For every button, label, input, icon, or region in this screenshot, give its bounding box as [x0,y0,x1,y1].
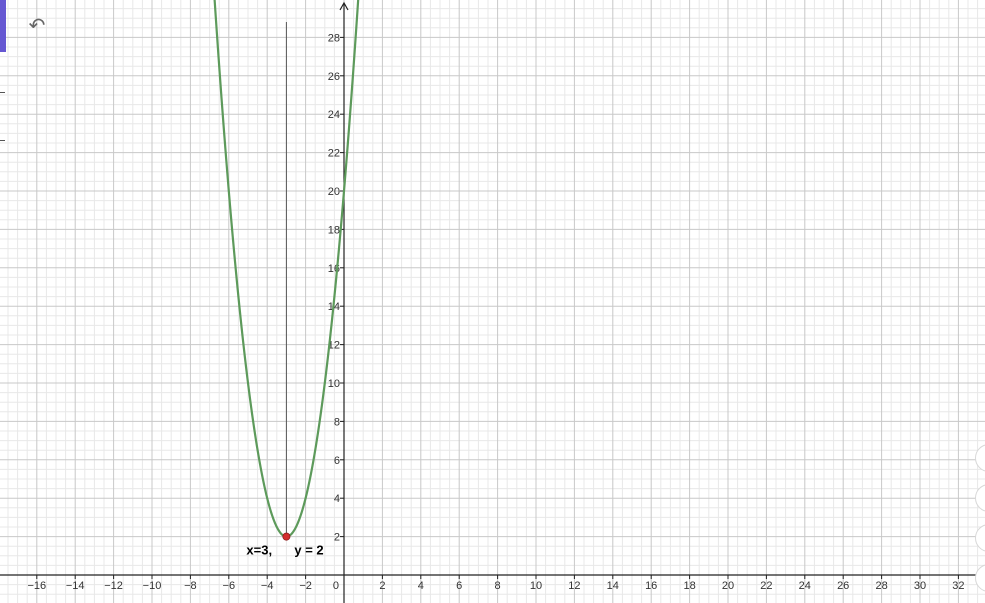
y-tick-label: 22 [328,148,340,160]
x-tick-label: 32 [952,580,964,592]
x-tick-label: −8 [184,580,197,592]
x-tick-label: 4 [418,580,424,592]
y-tick-label: 4 [334,493,340,505]
x-tick-label: 16 [645,580,657,592]
x-tick-label: 28 [875,580,887,592]
x-tick-label: 8 [495,580,501,592]
x-tick-label: −16 [27,580,46,592]
y-tick-label: 24 [328,109,340,121]
origin-label: 0 [333,580,339,592]
minor-gridlines [0,0,985,603]
x-tick-label: 24 [799,580,811,592]
panel-edge-mark [0,140,5,141]
x-tick-label: −6 [223,580,236,592]
x-tick-label: 12 [568,580,580,592]
axes [0,1,985,603]
x-tick-label: 10 [530,580,542,592]
y-tick-label: 18 [328,224,340,236]
x-tick-label: 14 [607,580,619,592]
vertex-point [282,532,291,541]
y-tick-label: 26 [328,71,340,83]
x-tick-label: 22 [760,580,772,592]
y-tick-label: 10 [328,378,340,390]
x-tick-label: −2 [299,580,312,592]
panel-edge-mark [0,92,5,93]
x-tick-label: −14 [66,580,85,592]
plot-layer [213,0,360,541]
x-tick-label: 18 [683,580,695,592]
x-tick-label: 26 [837,580,849,592]
x-tick-label: −10 [143,580,162,592]
annotation-right: y = 2 [294,543,323,558]
major-gridlines [0,0,985,603]
undo-icon: ↶ [28,15,46,37]
y-tick-label: 2 [334,532,340,544]
annotation-left: x=3, [246,543,272,558]
y-tick-label: 8 [334,416,340,428]
y-tick-label: 28 [328,32,340,44]
x-tick-label: 6 [456,580,462,592]
x-tick-label: 2 [379,580,385,592]
x-tick-label: 30 [914,580,926,592]
x-tick-label: −12 [104,580,123,592]
panel-resize-handle[interactable] [0,0,6,52]
x-tick-label: 20 [722,580,734,592]
undo-button[interactable]: ↶ [24,14,50,38]
y-tick-label: 6 [334,455,340,467]
x-tick-label: −4 [261,580,274,592]
graph-canvas[interactable]: −16 −14 −12 −10 −8 −6 −4 −2 2 4 6 8 10 12 14 16 18 20 22 24… [0,0,985,603]
y-tick-label: 20 [328,186,340,198]
